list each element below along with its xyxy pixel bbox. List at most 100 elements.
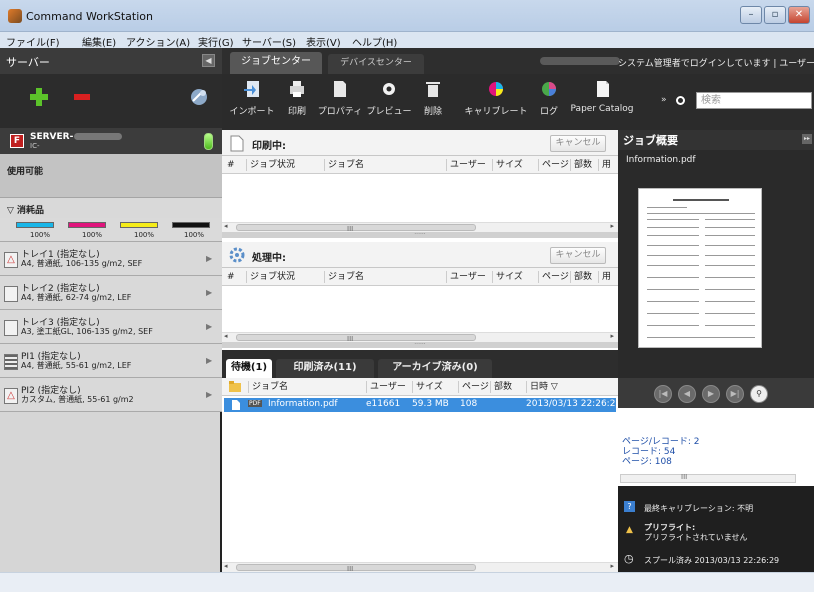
column-copies[interactable]: 部数 [490,381,512,393]
cancel-processing-button[interactable]: キャンセル [550,247,606,264]
toolbar-overflow-icon[interactable]: » [661,95,667,105]
supplies-label: ▽ 消耗品 [7,206,45,216]
info-icon: ? [624,501,635,512]
column-size[interactable]: サイズ [412,381,443,393]
calibration-status: 最終キャリブレーション: 不明 [644,504,754,513]
column-job-name[interactable]: ジョブ名 [324,159,364,171]
menu-action[interactable]: アクション(A) [126,34,190,49]
horizontal-scrollbar[interactable]: ◂ III ▸ [222,562,618,573]
scroll-thumb[interactable]: III [236,224,476,233]
tray-description: A4, 普通紙, 106-135 g/m2, SEF [21,259,143,268]
job-summary-title: ジョブ概要 [623,134,678,147]
collapse-sidebar-button[interactable]: ◀ [202,54,215,67]
tray-item[interactable]: △ PI2 (指定なし) カスタム, 普通紙, 55-61 g/m2 ▶ [0,378,222,412]
menu-server[interactable]: サーバー(S) [242,34,296,49]
job-date: 2013/03/13 22:26:28 [526,399,622,409]
window-title: Command WorkStation [26,10,153,23]
search-input[interactable]: 検索 [696,92,812,109]
calibrate-label: キャリブレート [464,107,528,117]
column-number[interactable]: # [224,159,235,171]
column-user[interactable]: ユーザー [446,159,486,171]
toner-yellow-level: 100% [134,231,155,239]
processing-panel: 処理中: キャンセル # ジョブ状況 ジョブ名 ユーザー サイズ ページ 部数 … [222,242,618,350]
panel-splitter[interactable]: ······ [222,232,618,238]
tab-held[interactable]: 待機(1) [226,359,272,378]
first-page-button[interactable]: |◀ [654,385,672,403]
column-pages[interactable]: ページ [458,381,489,393]
next-page-button[interactable]: ▶ [702,385,720,403]
column-date[interactable]: 日時 ▽ [526,381,558,393]
column-job-name[interactable]: ジョブ名 [248,381,288,393]
connect-server-icon[interactable] [190,88,208,106]
job-summary-header: ジョブ概要 ▸▸ [618,130,814,150]
tray-description: A4, 普通紙, 55-61 g/m2, LEF [21,361,132,370]
close-button[interactable]: ✕ [788,6,810,24]
maximize-button[interactable]: ▫ [764,6,786,24]
tab-printed[interactable]: 印刷済み(11) [276,359,374,378]
job-status-box: ? 最終キャリブレーション: 不明 ▲ プリフライト: プリフライトされていませ… [618,486,814,572]
app-icon [8,9,22,23]
column-job-status[interactable]: ジョブ状況 [246,159,295,171]
column-pages[interactable]: ページ [538,271,569,283]
column-user[interactable]: ユーザー [446,271,486,283]
scroll-right-icon[interactable]: ▸ [610,562,614,570]
tray-item[interactable]: △ トレイ1 (指定なし) A4, 普通紙, 106-135 g/m2, SEF… [0,242,222,276]
table-row[interactable]: PDF Information.pdf e11661 59.3 MB 108 2… [224,398,621,412]
warning-icon: ▲ [626,525,633,535]
page-count: ページ: 108 [622,457,672,467]
column-pages[interactable]: ページ [538,159,569,171]
column-size[interactable]: サイズ [492,159,523,171]
column-media[interactable]: 用 [598,271,611,283]
tray-item[interactable]: トレイ3 (指定なし) A3, 塗工紙GL, 106-135 g/m2, SEF… [0,310,222,344]
tab-device-center[interactable]: デバイスセンター [328,54,424,74]
column-copies[interactable]: 部数 [570,271,592,283]
inserter-icon [4,354,18,370]
processing-header: 処理中: キャンセル [222,242,618,268]
add-server-icon[interactable] [30,88,48,106]
previous-page-button[interactable]: ◀ [678,385,696,403]
scroll-left-icon[interactable]: ◂ [224,562,228,570]
menu-file[interactable]: ファイル(F) [6,34,60,49]
expand-summary-button[interactable]: ▸▸ [802,134,812,144]
sidebar-title: サーバー [6,56,50,69]
tab-archived[interactable]: アーカイブ済み(0) [378,359,492,378]
main-toolbar: インポート 印刷 プロパティ プレビュー 削除 キャリブレート ログ Paper… [222,74,814,130]
zoom-icon[interactable]: ⚲ [750,385,768,403]
warning-icon: △ [4,252,18,268]
job-list-columns: ジョブ名 ユーザー サイズ ページ 部数 日時 ▽ [222,378,618,396]
expand-arrow-icon: ▶ [206,390,213,399]
horizontal-scrollbar[interactable]: III [620,473,796,483]
column-job-status[interactable]: ジョブ状況 [246,271,295,283]
paper-catalog-label: Paper Catalog [570,104,634,114]
minimize-button[interactable]: – [740,6,762,24]
cancel-printing-button[interactable]: キャンセル [550,135,606,152]
scroll-right-icon[interactable]: ▸ [610,332,614,340]
column-size[interactable]: サイズ [492,271,523,283]
tray-item[interactable]: トレイ2 (指定なし) A4, 普通紙, 62-74 g/m2, LEF ▶ [0,276,222,310]
menu-bar: ファイル(F) 編集(E) アクション(A) 実行(G) サーバー(S) 表示(… [0,32,814,49]
menu-execute[interactable]: 実行(G) [198,34,234,49]
column-copies[interactable]: 部数 [570,159,592,171]
print-icon [290,81,304,97]
scroll-thumb[interactable]: III [236,334,476,343]
scroll-right-icon[interactable]: ▸ [610,222,614,230]
scroll-left-icon[interactable]: ◂ [224,222,228,230]
login-status[interactable]: システム管理者でログインしています | ユーザー変更 [618,56,814,69]
menu-help[interactable]: ヘルプ(H) [352,34,397,49]
column-media[interactable]: 用 [598,159,611,171]
scroll-left-icon[interactable]: ◂ [224,332,228,340]
tab-job-center[interactable]: ジョブセンター [230,52,322,74]
scroll-thumb[interactable]: III [236,564,476,573]
tray-item[interactable]: PI1 (指定なし) A4, 普通紙, 55-61 g/m2, LEF ▶ [0,344,222,378]
menu-view[interactable]: 表示(V) [306,34,341,49]
column-number[interactable]: # [224,271,235,283]
column-user[interactable]: ユーザー [366,381,406,393]
last-page-button[interactable]: ▶| [726,385,744,403]
supplies-header[interactable]: ▽ 消耗品 [0,198,222,218]
menu-edit[interactable]: 編集(E) [82,34,116,49]
remove-server-icon[interactable] [74,94,90,100]
page-thumbnail[interactable] [638,188,762,348]
panel-splitter[interactable]: ······ [222,342,618,348]
server-item[interactable]: F SERVER- IC- [0,128,222,154]
column-job-name[interactable]: ジョブ名 [324,271,364,283]
